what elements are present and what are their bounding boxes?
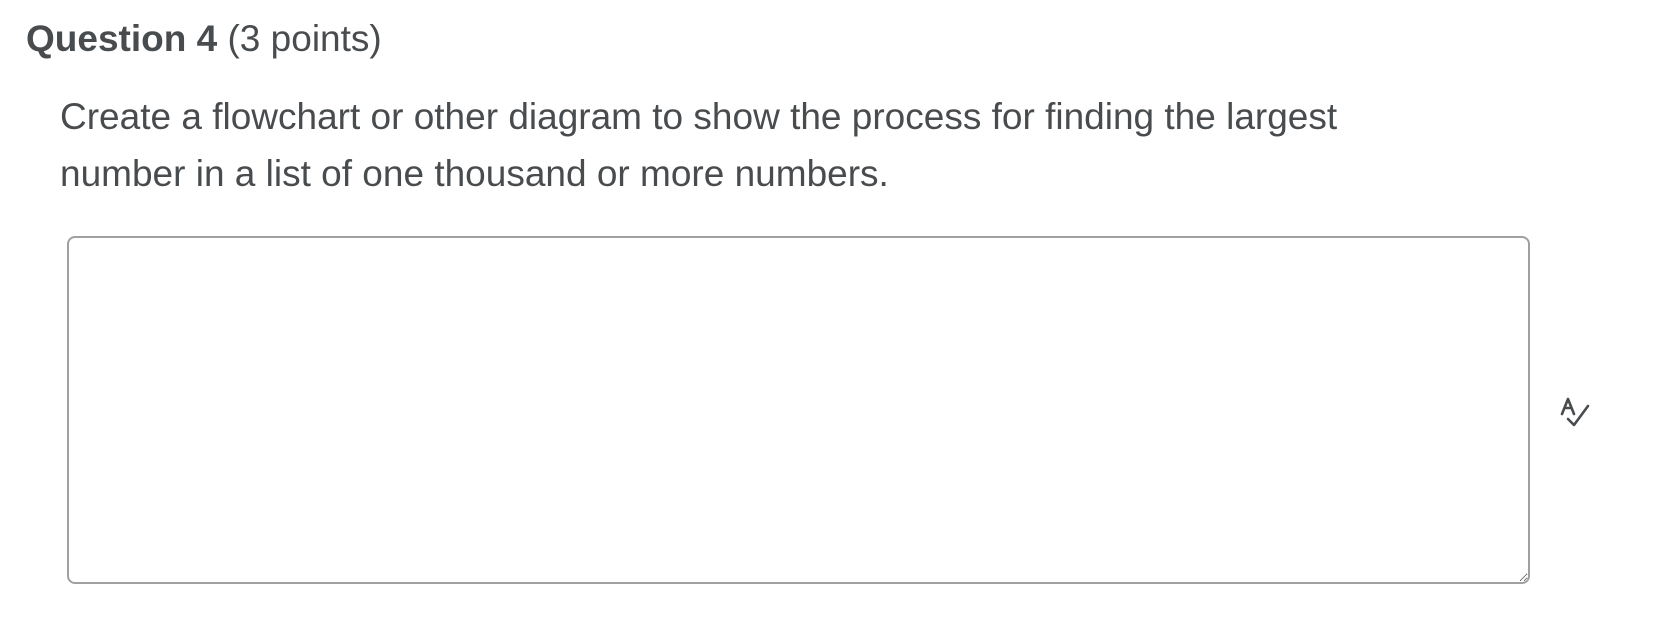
question-points: (3 points) (227, 18, 382, 59)
spellcheck-button[interactable] (1554, 390, 1598, 434)
answer-textarea[interactable] (67, 236, 1530, 584)
question-title: Question 4 (26, 18, 218, 59)
question-prompt: Create a flowchart or other diagram to s… (60, 96, 1338, 194)
spellcheck-icon (1560, 397, 1590, 427)
question-header: Question 4 (3 points) (26, 14, 382, 64)
